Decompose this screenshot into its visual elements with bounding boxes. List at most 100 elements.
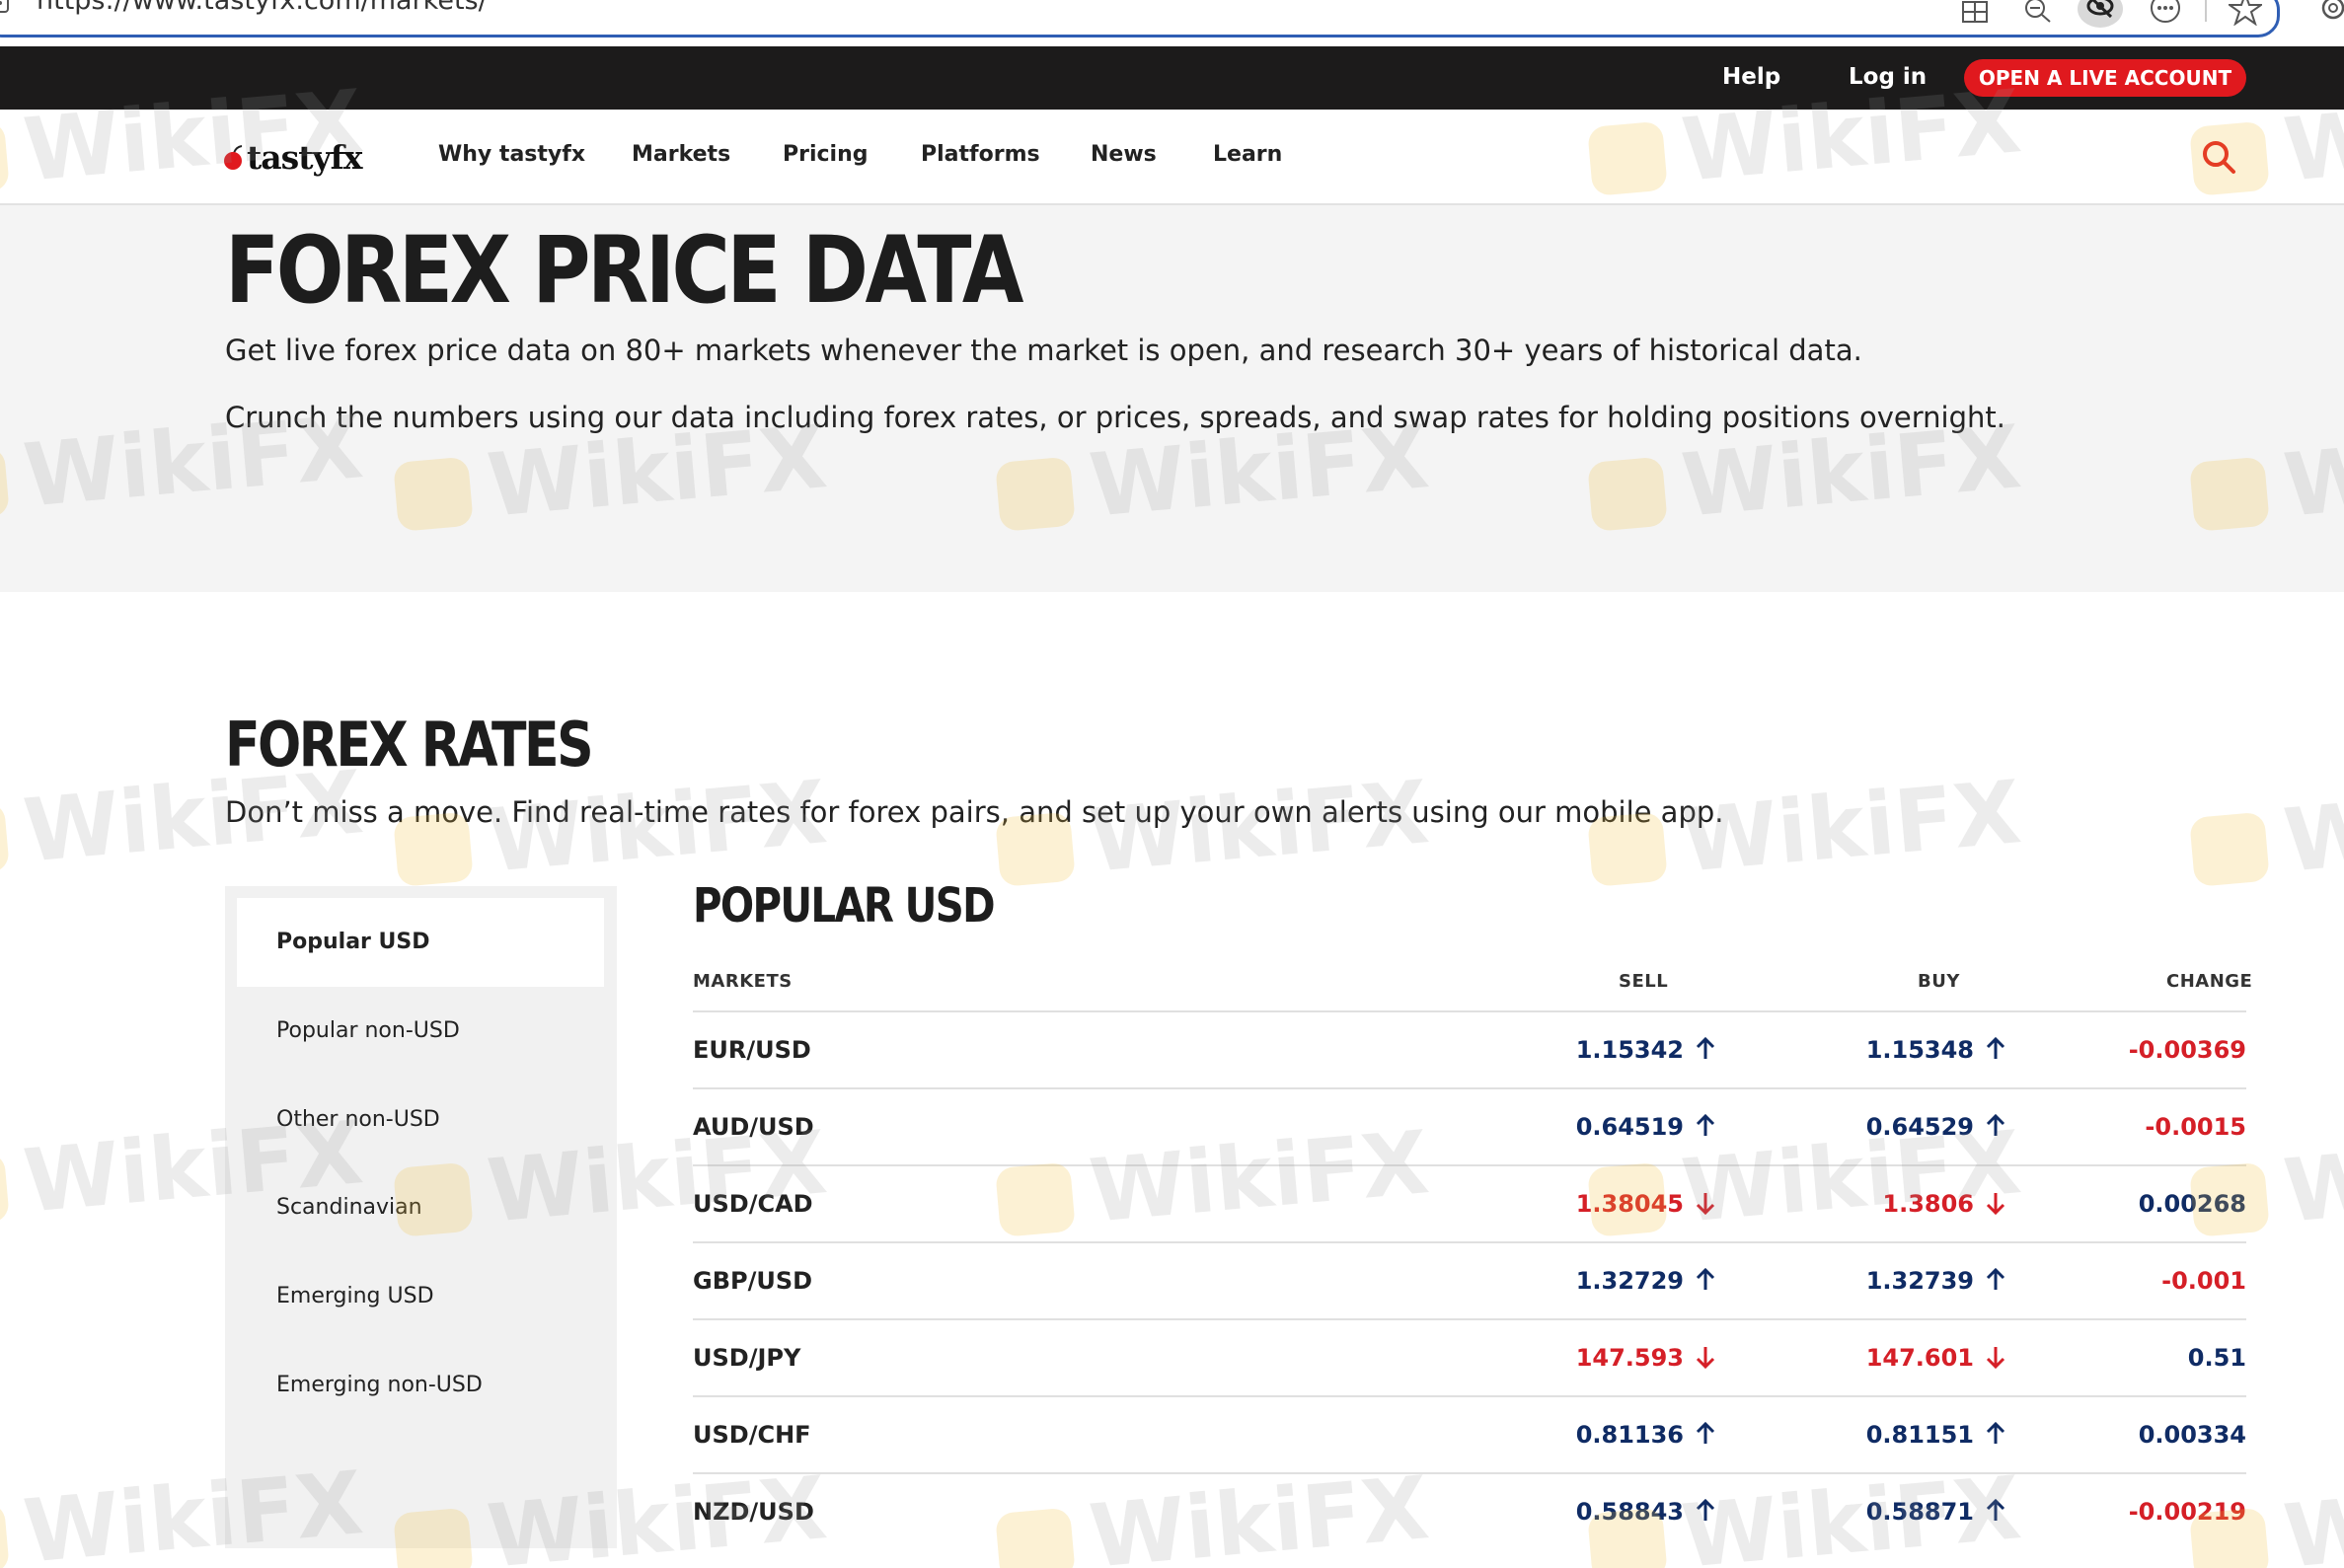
category-popular-usd[interactable]: Popular USD: [237, 898, 604, 987]
wikifx-watermark: WikiFX: [993, 761, 1433, 900]
change-value: -0.0015: [2145, 1113, 2246, 1141]
sell-value: 147.593: [1575, 1344, 1684, 1372]
logo-text: tastyfx: [247, 137, 362, 177]
login-link[interactable]: Log in: [1849, 64, 1927, 90]
app-grid-icon[interactable]: [1961, 0, 1989, 26]
market-pair[interactable]: GBP/USD: [693, 1243, 812, 1318]
zoom-out-icon[interactable]: [2023, 0, 2053, 26]
settings-gear-icon[interactable]: [2313, 0, 2344, 26]
sell-value: 0.64519: [1575, 1113, 1684, 1141]
sell-price[interactable]: 147.593: [1576, 1320, 1715, 1395]
buy-price[interactable]: 0.58871: [1866, 1474, 2005, 1549]
buy-value: 1.15348: [1865, 1036, 1974, 1064]
change-value: 0.51: [2187, 1344, 2246, 1372]
browser-toolbar: https://www.tastyfx.com/markets/: [0, 0, 2344, 46]
sell-price[interactable]: 0.81136: [1576, 1397, 1715, 1472]
category-emerging-usd[interactable]: Emerging USD: [225, 1252, 617, 1341]
arrow-down-icon: [1974, 1344, 2005, 1372]
arrow-up-icon: [1974, 1498, 2005, 1526]
arrow-up-icon: [1974, 1421, 2005, 1449]
table-title: POPULAR USD: [693, 878, 996, 933]
header-change: CHANGE: [2166, 971, 2253, 992]
sell-value: 1.38045: [1575, 1190, 1684, 1218]
arrow-up-icon: [1684, 1267, 1715, 1295]
buy-price[interactable]: 1.15348: [1866, 1012, 2005, 1087]
watermark-logo-icon: [0, 801, 10, 877]
search-icon[interactable]: [2201, 139, 2236, 175]
watermark-text: WikiFX: [2279, 1111, 2344, 1242]
favorite-star-icon[interactable]: [2229, 0, 2262, 26]
market-pair[interactable]: USD/JPY: [693, 1320, 800, 1395]
category-popular-non-usd[interactable]: Popular non-USD: [225, 987, 617, 1076]
arrow-down-icon: [1684, 1344, 1715, 1372]
market-pair[interactable]: USD/CHF: [693, 1397, 811, 1472]
category-sidebar: Popular USD Popular non-USD Other non-US…: [225, 886, 617, 1548]
market-pair[interactable]: EUR/USD: [693, 1012, 811, 1087]
table-row[interactable]: GBP/USD 1.32729 1.32739 -0.001: [693, 1241, 2246, 1318]
watermark-logo-icon: [2189, 811, 2270, 887]
buy-price[interactable]: 0.64529: [1866, 1089, 2005, 1164]
market-pair[interactable]: NZD/USD: [693, 1474, 814, 1549]
header-buy: BUY: [1918, 971, 1960, 992]
buy-price[interactable]: 0.81151: [1866, 1397, 2005, 1472]
arrow-up-icon: [1974, 1267, 2005, 1295]
market-pair[interactable]: USD/CAD: [693, 1166, 813, 1241]
nav-why-tastyfx[interactable]: Why tastyfx: [438, 142, 585, 167]
tracking-prevention-icon[interactable]: [2078, 0, 2123, 28]
table-row[interactable]: EUR/USD 1.15342 1.15348 -0.00369: [693, 1010, 2246, 1087]
watermark-text: WikiFX: [2279, 1456, 2344, 1568]
nav-platforms[interactable]: Platforms: [921, 142, 1040, 167]
category-scandinavian[interactable]: Scandinavian: [225, 1163, 617, 1252]
url-text[interactable]: https://www.tastyfx.com/markets/: [37, 0, 488, 16]
cherry-logo-icon: [223, 145, 245, 170]
buy-price[interactable]: 1.32739: [1866, 1243, 2005, 1318]
table-row[interactable]: NZD/USD 0.58843 0.58871 -0.00219: [693, 1472, 2246, 1549]
help-link[interactable]: Help: [1722, 64, 1780, 90]
open-live-account-button[interactable]: OPEN A LIVE ACCOUNT: [1964, 59, 2246, 97]
watermark-logo-icon: [0, 1152, 10, 1228]
table-row[interactable]: USD/CHF 0.81136 0.81151 0.00334: [693, 1395, 2246, 1472]
sell-price[interactable]: 0.58843: [1576, 1474, 1715, 1549]
sell-price[interactable]: 1.38045: [1576, 1166, 1715, 1241]
market-pair[interactable]: AUD/USD: [693, 1089, 814, 1164]
hero-paragraph-1: Get live forex price data on 80+ markets…: [225, 334, 1862, 367]
nav-pricing[interactable]: Pricing: [783, 142, 869, 167]
buy-value: 0.81151: [1865, 1421, 1974, 1449]
buy-price[interactable]: 1.3806: [1882, 1166, 2005, 1241]
arrow-up-icon: [1684, 1498, 1715, 1526]
watermark-text: WikiFX: [1677, 761, 2025, 892]
header-markets: MARKETS: [693, 971, 793, 992]
site-info-icon[interactable]: [0, 0, 9, 13]
address-bar[interactable]: https://www.tastyfx.com/markets/: [0, 0, 2280, 37]
sell-price[interactable]: 1.32729: [1576, 1243, 1715, 1318]
change-value: -0.00219: [2128, 1498, 2246, 1526]
header-sell: SELL: [1619, 971, 1669, 992]
hero-section: FOREX PRICE DATA Get live forex price da…: [0, 205, 2344, 592]
buy-value: 147.601: [1865, 1344, 1974, 1372]
nav-news[interactable]: News: [1091, 142, 1157, 167]
sell-price[interactable]: 1.15342: [1576, 1012, 1715, 1087]
tastyfx-logo[interactable]: tastyfx: [223, 137, 362, 177]
sell-value: 1.15342: [1575, 1036, 1684, 1064]
category-other-non-usd[interactable]: Other non-USD: [225, 1076, 617, 1164]
buy-price[interactable]: 147.601: [1866, 1320, 2005, 1395]
buy-value: 1.3806: [1882, 1190, 1974, 1218]
category-emerging-non-usd[interactable]: Emerging non-USD: [225, 1341, 617, 1430]
arrow-up-icon: [1684, 1113, 1715, 1141]
change-value: 0.00334: [2138, 1421, 2246, 1449]
arrow-up-icon: [1684, 1036, 1715, 1064]
more-options-icon[interactable]: [2149, 0, 2182, 26]
nav-markets[interactable]: Markets: [632, 142, 730, 167]
toolbar-divider: [2205, 0, 2207, 22]
page-title: FOREX PRICE DATA: [225, 217, 1023, 325]
sell-price[interactable]: 0.64519: [1576, 1089, 1715, 1164]
sell-value: 0.81136: [1575, 1421, 1684, 1449]
table-row[interactable]: AUD/USD 0.64519 0.64529 -0.0015: [693, 1087, 2246, 1164]
table-row[interactable]: USD/JPY 147.593 147.601 0.51: [693, 1318, 2246, 1395]
forex-rates-heading: FOREX RATES: [225, 709, 594, 781]
change-value: -0.00369: [2128, 1036, 2246, 1064]
nav-learn[interactable]: Learn: [1213, 142, 1282, 167]
buy-value: 0.64529: [1865, 1113, 1974, 1141]
buy-value: 0.58871: [1865, 1498, 1974, 1526]
table-row[interactable]: USD/CAD 1.38045 1.3806 0.00268: [693, 1164, 2246, 1241]
